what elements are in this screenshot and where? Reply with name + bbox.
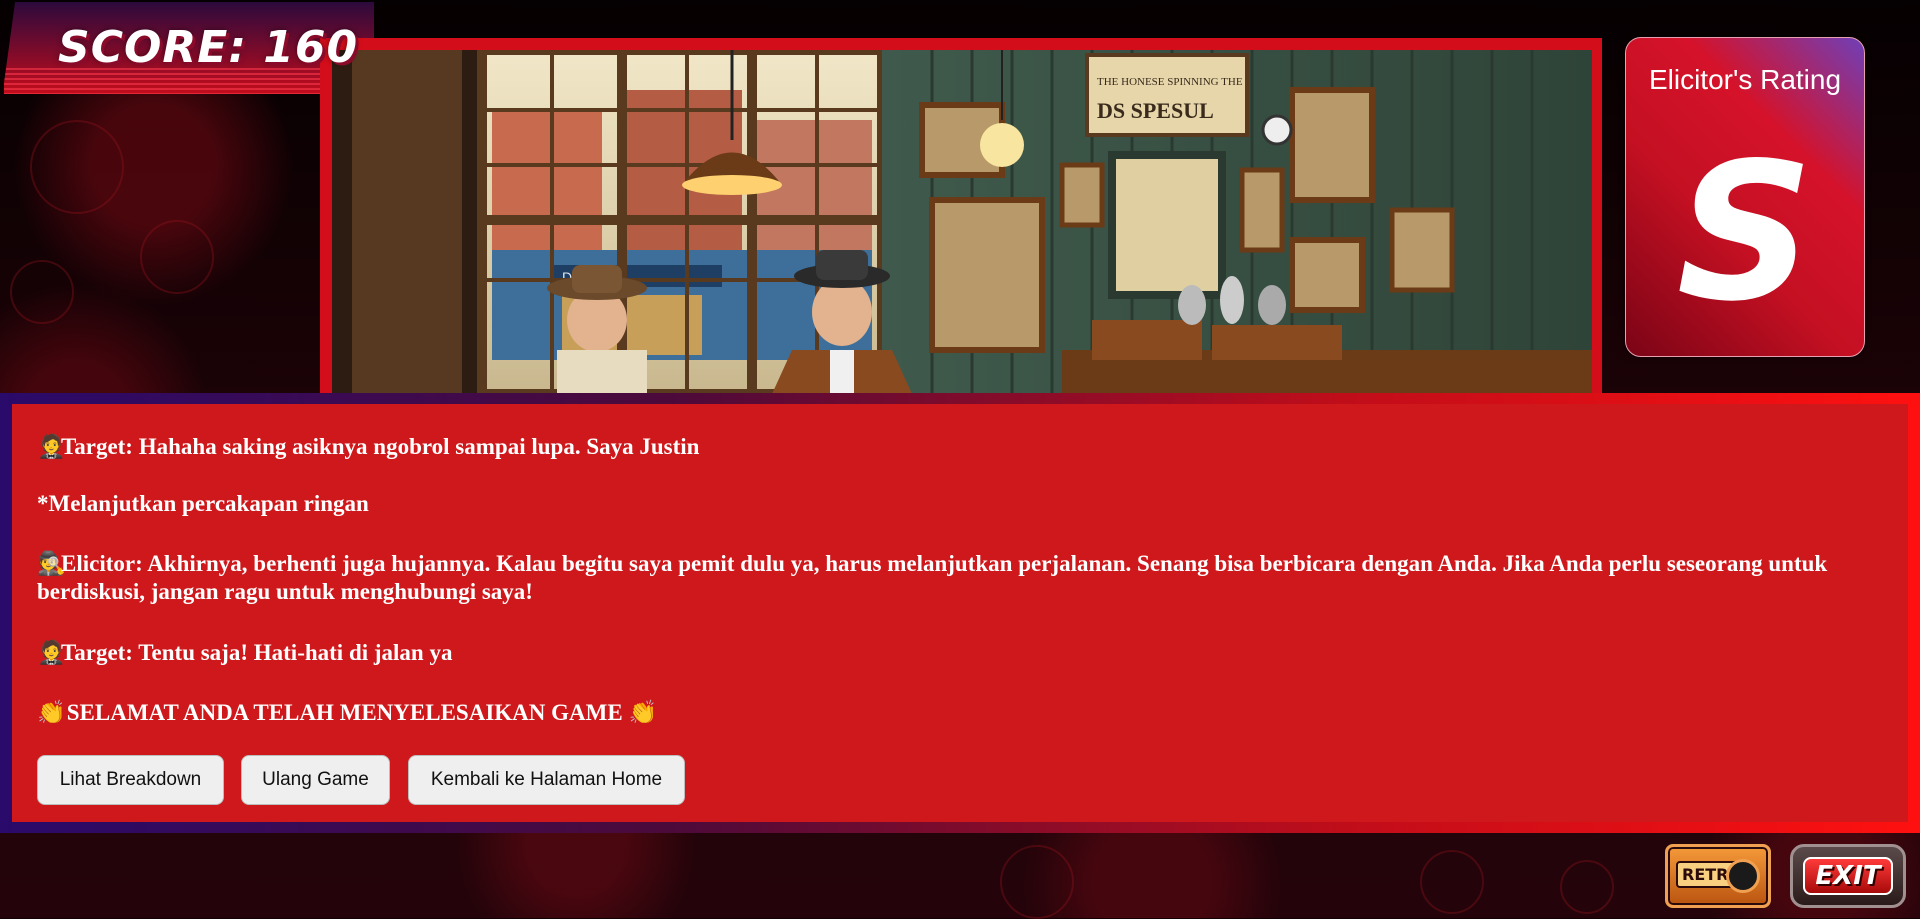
dialog-line-target: 🤵Target: Tentu saja! Hati-hati di jalan … xyxy=(37,639,452,667)
exit-button[interactable]: EXIT xyxy=(1790,844,1906,908)
rating-card: Elicitor's Rating S xyxy=(1625,37,1865,357)
background-swirl xyxy=(10,260,74,324)
detective-icon: 🕵 xyxy=(37,551,66,576)
view-breakdown-button[interactable]: Lihat Breakdown xyxy=(37,755,224,805)
dialog-text: Target: Hahaha saking asiknya ngobrol sa… xyxy=(61,434,700,459)
picture-frame xyxy=(1389,207,1455,293)
rating-title: Elicitor's Rating xyxy=(1648,64,1842,95)
retry-button[interactable]: RETRY xyxy=(1665,844,1771,908)
restart-game-button[interactable]: Ulang Game xyxy=(241,755,390,805)
bulb xyxy=(980,123,1024,167)
back-home-button[interactable]: Kembali ke Halaman Home xyxy=(408,755,685,805)
picture-frame xyxy=(1108,151,1226,299)
wall-sign-line2: DS SPESUL xyxy=(1097,98,1214,123)
wall-sign xyxy=(1085,53,1249,137)
background-swirl xyxy=(30,120,124,214)
dialog-text: Target: Tentu saja! Hati-hati di jalan y… xyxy=(61,640,453,665)
picture-frame xyxy=(1239,167,1285,253)
target-person-icon: 🤵 xyxy=(37,640,66,665)
background-swirl xyxy=(1000,845,1074,919)
background-swirl xyxy=(1420,850,1484,914)
picture-frame xyxy=(1289,237,1365,313)
background-swirl xyxy=(140,220,214,294)
background-swirl xyxy=(1560,860,1614,914)
wall-clock xyxy=(1261,114,1293,146)
target-person-icon: 🤵 xyxy=(37,434,66,459)
picture-frame xyxy=(1059,162,1105,228)
completion-text: SELAMAT ANDA TELAH MENYELESAIKAN GAME xyxy=(66,700,623,725)
rating-value: S xyxy=(1676,122,1814,343)
score-text: SCORE: 160 xyxy=(58,22,359,73)
dialog-line-complete: 👏 SELAMAT ANDA TELAH MENYELESAIKAN GAME … xyxy=(37,699,658,727)
dialog-line-elicitor: 🕵Elicitor: Akhirnya, berhenti juga hujan… xyxy=(37,550,1882,606)
wall-sign-line1: THE HONESE SPINNING THE xyxy=(1097,76,1243,88)
picture-frame xyxy=(929,197,1045,353)
cafe-scene: DENICOP xyxy=(332,50,1592,394)
dialog-line-action: *Melanjutkan percakapan ringan xyxy=(37,490,369,518)
picture-frame xyxy=(1289,87,1375,203)
clapping-hands-icon: 👏 xyxy=(37,700,66,725)
dialog-panel: 🤵Target: Hahaha saking asiknya ngobrol s… xyxy=(12,404,1908,822)
clapping-hands-icon: 👏 xyxy=(628,700,658,725)
scene-illustration: DENICOP xyxy=(332,50,1592,394)
retry-knob-icon xyxy=(1726,859,1760,893)
dialog-text: Elicitor: Akhirnya, berhenti juga hujann… xyxy=(37,551,1828,604)
exit-label: EXIT xyxy=(1803,857,1893,895)
dialog-line-target: 🤵Target: Hahaha saking asiknya ngobrol s… xyxy=(37,433,699,461)
dialog-text: *Melanjutkan percakapan ringan xyxy=(37,491,369,516)
